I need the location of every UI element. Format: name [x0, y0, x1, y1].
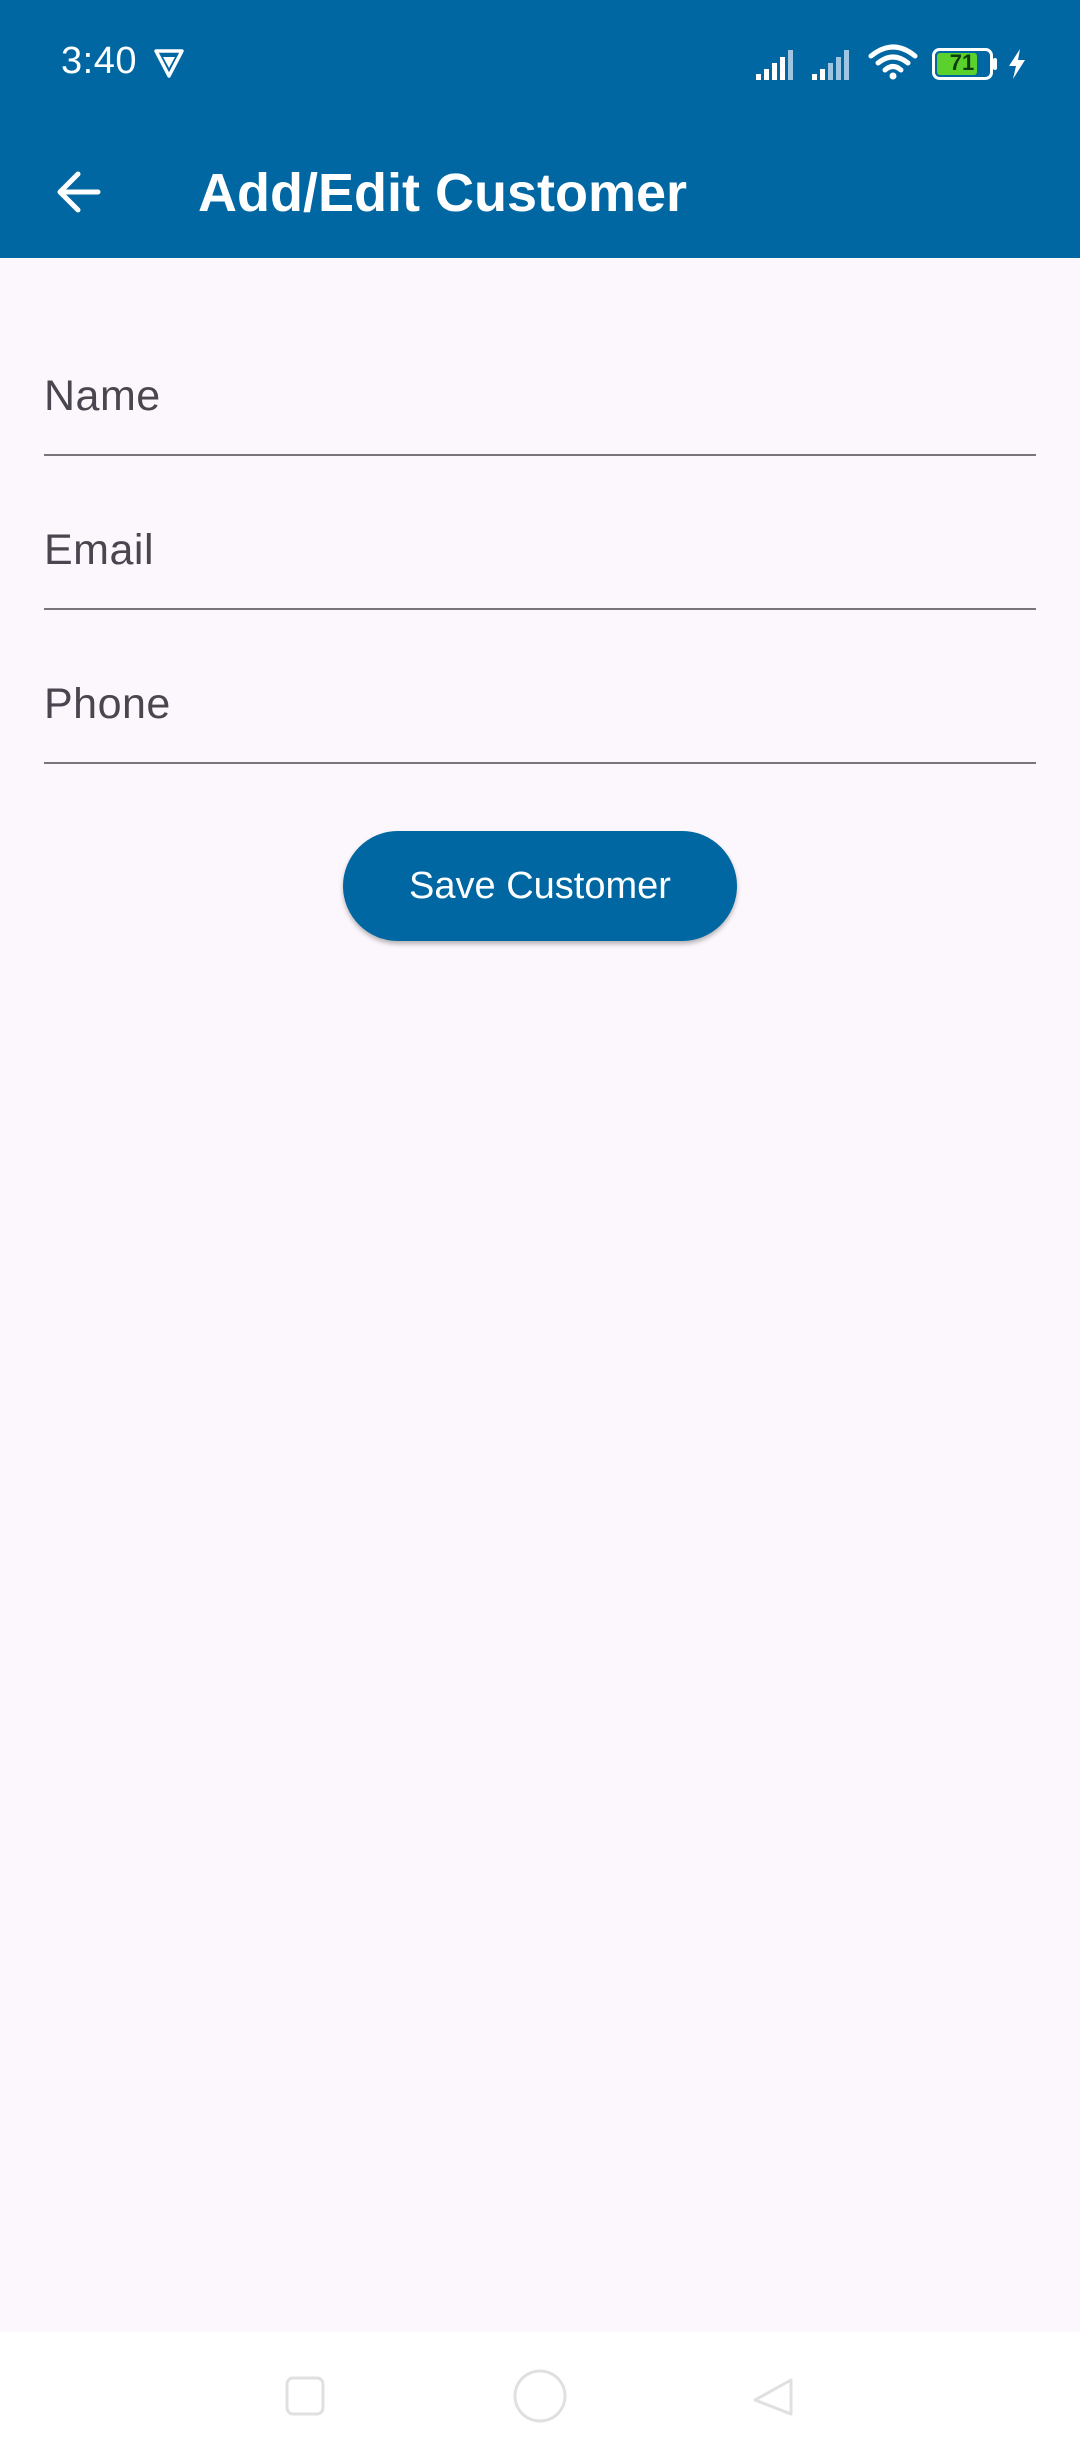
- email-field-container: [44, 498, 1036, 610]
- email-field[interactable]: [44, 498, 1036, 608]
- battery-level: 71: [949, 50, 975, 75]
- phone-field-container: [44, 652, 1036, 764]
- save-customer-button[interactable]: Save Customer: [343, 831, 737, 941]
- back-icon: [753, 2378, 793, 2416]
- vpn-icon: [154, 49, 184, 78]
- home-icon: [513, 2369, 567, 2423]
- nav-back-button[interactable]: [733, 2356, 813, 2436]
- phone-field[interactable]: [44, 652, 1036, 762]
- arrow-back-icon: [57, 171, 101, 213]
- status-time: 3:40: [61, 40, 137, 82]
- home-button[interactable]: [500, 2356, 580, 2436]
- recents-button[interactable]: [265, 2356, 345, 2436]
- name-field-container: [44, 344, 1036, 456]
- system-nav-bar: [0, 2332, 1080, 2460]
- page-title: Add/Edit Customer: [198, 163, 688, 223]
- charging-icon: [1009, 49, 1025, 79]
- screen: 3:40 71 Add/Edit Customer Name Email Pho…: [0, 0, 1080, 2460]
- status-bar: 3:40 71: [0, 0, 1080, 128]
- wifi-icon: [868, 44, 918, 80]
- recents-icon: [285, 2376, 325, 2416]
- cell-signal-icon: [756, 50, 793, 80]
- back-button[interactable]: [36, 150, 120, 234]
- app-bar: Add/Edit Customer: [0, 128, 1080, 258]
- cell-signal-icon: [812, 50, 849, 80]
- name-field[interactable]: [44, 344, 1036, 454]
